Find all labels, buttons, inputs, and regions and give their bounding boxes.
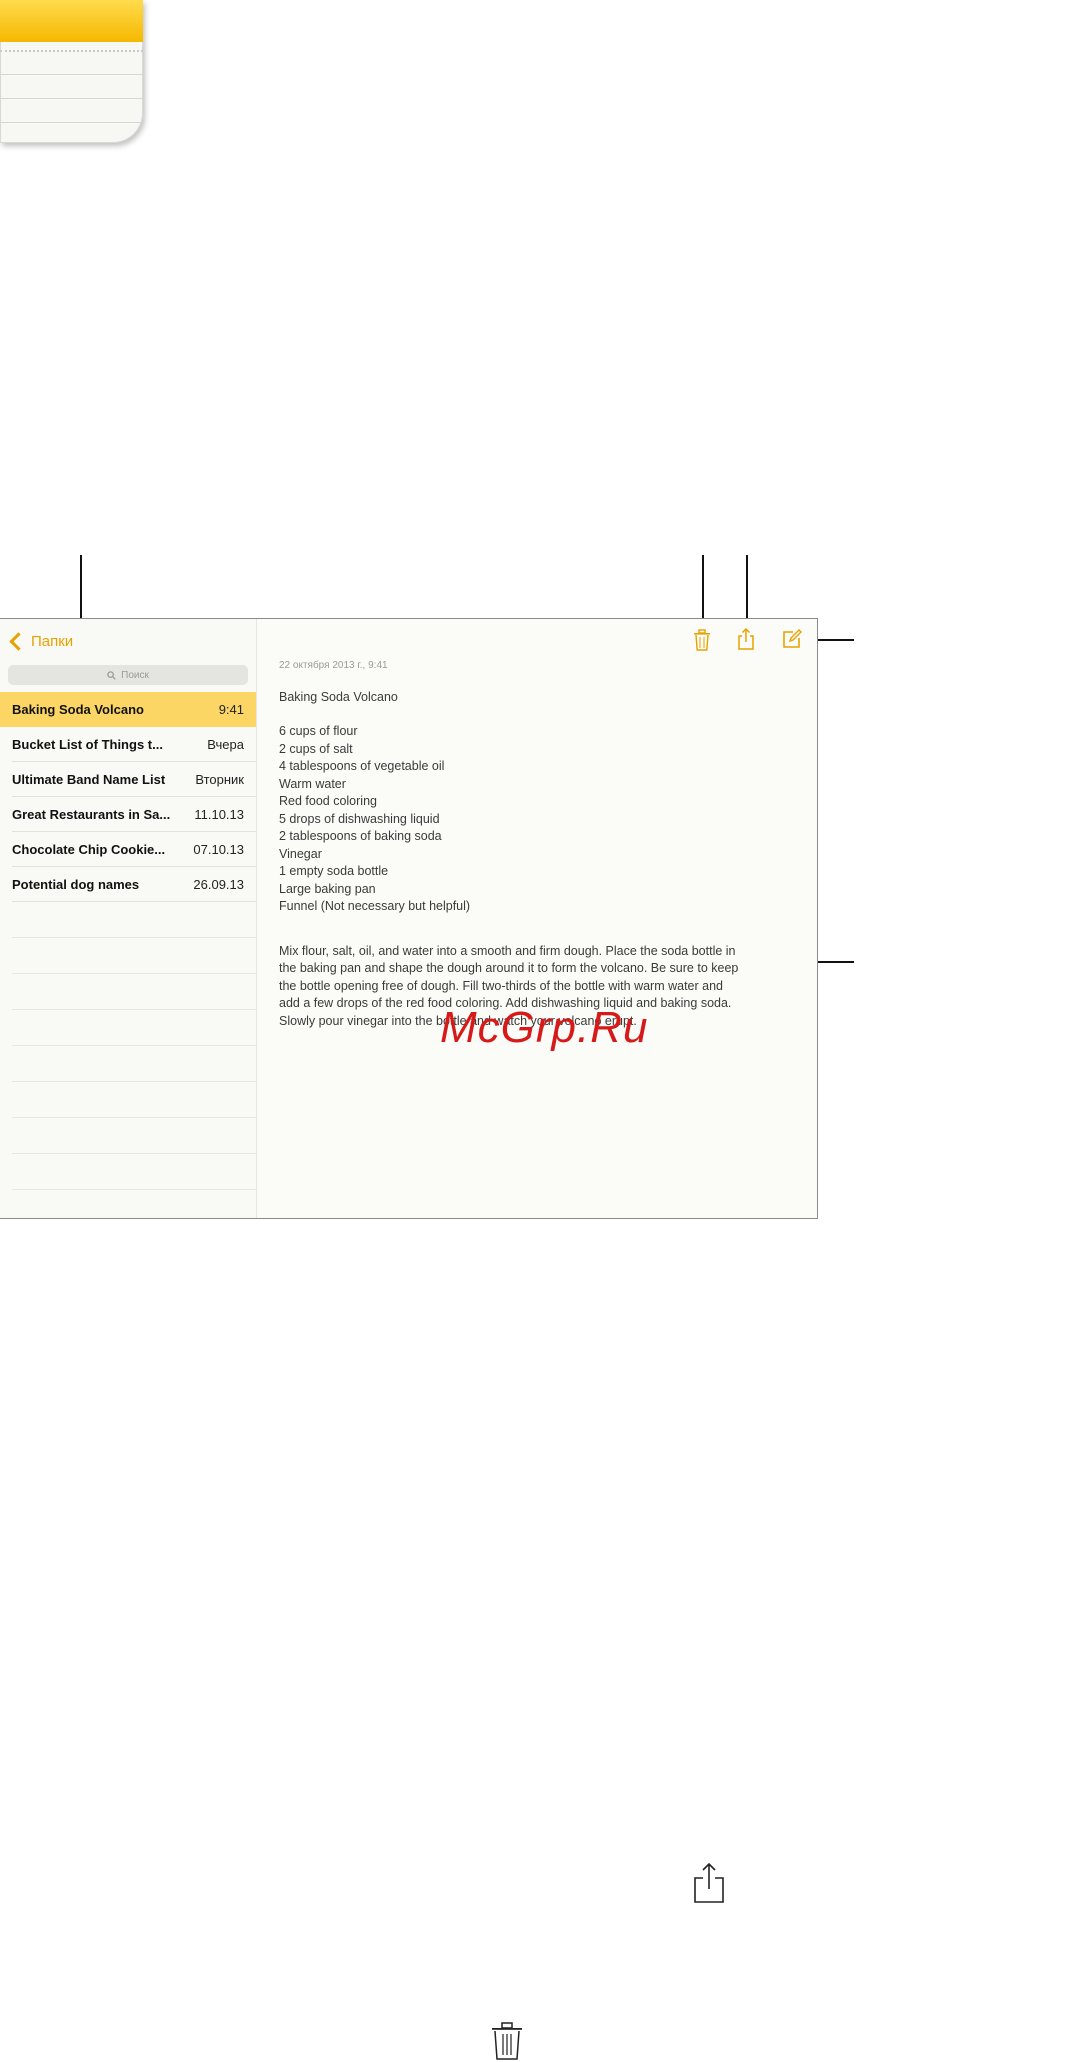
- search-field[interactable]: Поиск: [8, 665, 248, 685]
- instructions-line: the baking pan and shape the dough aroun…: [279, 961, 739, 975]
- watermark-text: McGrp.Ru: [440, 1003, 649, 1052]
- ingredient-line: Warm water: [279, 776, 346, 791]
- empty-list-row: [12, 1046, 256, 1082]
- note-row[interactable]: Great Restaurants in Sa... 11.10.13: [12, 797, 256, 832]
- empty-list-row: [12, 902, 256, 938]
- note-row-title: Chocolate Chip Cookie...: [12, 841, 166, 857]
- note-row-date: Вторник: [195, 771, 244, 787]
- folders-back-label: Папки: [31, 632, 74, 650]
- ingredient-line: Large baking pan: [279, 881, 376, 896]
- note-row[interactable]: Ultimate Band Name List Вторник: [12, 762, 256, 797]
- note-row-date: Вчера: [207, 736, 244, 752]
- note-row[interactable]: Chocolate Chip Cookie... 07.10.13: [12, 832, 256, 867]
- ingredient-line: 1 empty soda bottle: [279, 864, 389, 878]
- note-row-date: 11.10.13: [194, 806, 244, 822]
- instructions-line: the bottle opening free of dough. Fill t…: [279, 978, 723, 993]
- trash-icon: [492, 2022, 522, 2060]
- ingredient-list: 6 cups of flour 2 cups of salt 4 tablesp…: [279, 723, 794, 916]
- note-row-date: 9:41: [218, 701, 244, 717]
- note-content[interactable]: 22 октября 2013 г., 9:41 Baking Soda Vol…: [279, 657, 794, 1030]
- note-row[interactable]: Potential dog names 26.09.13: [12, 867, 256, 902]
- ingredient-line: 2 tablespoons of baking soda: [279, 829, 442, 843]
- search-icon: [107, 670, 116, 680]
- ingredient-line: Vinegar: [279, 846, 322, 861]
- share-icon: [694, 1862, 724, 1903]
- callout-line-trash: [702, 555, 704, 623]
- folders-back-button[interactable]: Папки: [8, 629, 73, 653]
- share-icon[interactable]: [736, 627, 756, 651]
- empty-list-row: [12, 1154, 256, 1190]
- empty-list-row: [12, 1010, 256, 1046]
- ingredient-line: 5 drops of dishwashing liquid: [279, 811, 440, 826]
- chevron-left-icon: [9, 631, 28, 651]
- note-row-title: Baking Soda Volcano: [12, 701, 144, 717]
- note-row-selected[interactable]: Baking Soda Volcano 9:41: [0, 692, 256, 727]
- search-placeholder: Поиск: [121, 669, 149, 681]
- empty-list-row: [12, 1190, 256, 1218]
- note-row-date: 26.09.13: [193, 876, 244, 892]
- ingredient-line: 2 cups of salt: [279, 741, 353, 756]
- note-row-date: 07.10.13: [193, 841, 244, 857]
- ingredient-line: Red food coloring: [279, 794, 377, 808]
- empty-list-row: [12, 1082, 256, 1118]
- note-row-title: Potential dog names: [12, 876, 140, 892]
- ingredient-line: 6 cups of flour: [279, 724, 358, 738]
- instructions-line: Mix flour, salt, oil, and water into a s…: [279, 943, 736, 958]
- callout-line-share: [746, 555, 748, 623]
- note-title: Baking Soda Volcano: [279, 689, 398, 704]
- notes-app-icon: [0, 0, 143, 143]
- note-row[interactable]: Bucket List of Things t... Вчера: [12, 727, 256, 762]
- trash-icon[interactable]: [693, 629, 711, 651]
- note-row-title: Bucket List of Things t...: [12, 736, 163, 752]
- empty-list-row: [12, 974, 256, 1010]
- ipad-screen: Папки Поиск Baking Soda Volcano 9:41 Buc…: [0, 618, 818, 1219]
- note-date: 22 октября 2013 г., 9:41: [279, 660, 388, 671]
- empty-list-row: [12, 1118, 256, 1154]
- notes-sidebar: Папки Поиск Baking Soda Volcano 9:41 Buc…: [0, 619, 257, 1218]
- empty-list-row: [12, 938, 256, 974]
- ingredient-line: 4 tablespoons of vegetable oil: [279, 759, 445, 773]
- note-row-title: Ultimate Band Name List: [12, 771, 166, 787]
- notes-list: Baking Soda Volcano 9:41 Bucket List of …: [0, 692, 256, 1218]
- ingredient-line: Funnel (Not necessary but helpful): [279, 899, 471, 913]
- note-row-title: Great Restaurants in Sa...: [12, 806, 171, 822]
- compose-icon[interactable]: [781, 628, 803, 650]
